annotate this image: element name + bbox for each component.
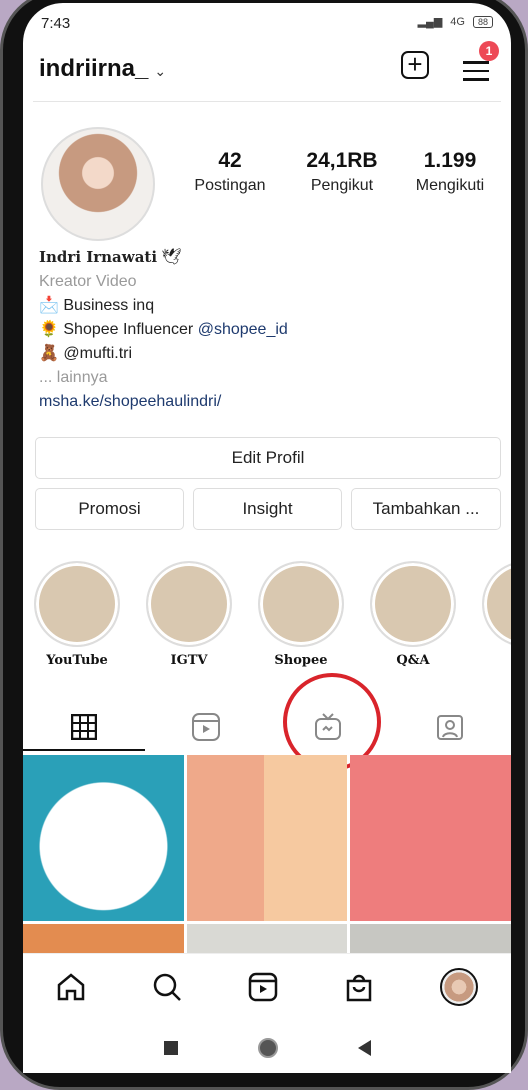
create-post-icon[interactable]: + xyxy=(401,51,429,79)
highlight-label: Q&A xyxy=(396,653,430,668)
home-button[interactable] xyxy=(257,1038,278,1058)
mention-shopee[interactable]: @shopee_id xyxy=(198,321,288,338)
phone-frame: 7:43 ▂▄▆ 4G 88 indriirna_ ⌄ + 1 42 Posting… xyxy=(0,0,528,1090)
bio: Indri Irnawati 🕊 Kreator Video 📩 Busines… xyxy=(39,245,288,414)
insight-button[interactable]: Insight xyxy=(193,488,342,530)
post-thumbnail[interactable] xyxy=(350,924,511,954)
highlight-shopee[interactable] xyxy=(258,561,344,647)
post-thumbnail[interactable] xyxy=(186,755,348,921)
display-name: Indri Irnawati xyxy=(39,248,158,266)
active-tab-indicator xyxy=(23,749,145,751)
shop-icon[interactable] xyxy=(344,972,374,1002)
post-thumbnail[interactable] xyxy=(23,924,184,954)
screen: 7:43 ▂▄▆ 4G 88 indriirna_ ⌄ + 1 42 Posting… xyxy=(23,3,511,1073)
post-thumbnail[interactable] xyxy=(350,755,511,921)
highlight-label: YouTube xyxy=(46,653,108,668)
highlight-qa[interactable] xyxy=(370,561,456,647)
highlight-igtv[interactable] xyxy=(146,561,232,647)
more-link[interactable]: ... lainnya xyxy=(39,366,288,390)
bio-link[interactable]: msha.ke/shopeehaulindri/ xyxy=(39,390,288,414)
profile-avatar[interactable] xyxy=(41,127,155,241)
bottom-nav xyxy=(23,953,511,1019)
edit-profile-button[interactable]: Edit Profil xyxy=(35,437,501,479)
reels-icon xyxy=(192,713,220,741)
header-divider xyxy=(33,101,501,102)
add-button[interactable]: Tambahkan ... xyxy=(351,488,501,530)
tagged-icon xyxy=(437,715,463,740)
highlight-youtube[interactable] xyxy=(34,561,120,647)
post-grid xyxy=(23,755,511,954)
battery-icon: 88 xyxy=(472,15,493,28)
stat-posts[interactable]: 42 Postingan xyxy=(175,149,285,195)
chevron-down-icon: ⌄ xyxy=(154,63,167,79)
category: Kreator Video xyxy=(39,273,137,290)
username: indriirna_ xyxy=(39,55,149,82)
status-icons: ▂▄▆ 4G 88 xyxy=(418,15,493,28)
username-switcher[interactable]: indriirna_ ⌄ xyxy=(39,55,166,83)
grid-icon xyxy=(71,714,97,740)
search-icon[interactable] xyxy=(152,972,182,1002)
promote-button[interactable]: Promosi xyxy=(35,488,184,530)
tab-tagged[interactable] xyxy=(389,703,511,751)
highlight-label: Shopee xyxy=(274,653,328,668)
tab-reels[interactable] xyxy=(145,703,267,751)
recents-button[interactable] xyxy=(163,1041,178,1055)
home-icon[interactable] xyxy=(56,972,86,1002)
status-time: 7:43 xyxy=(41,15,71,32)
notification-badge: 1 xyxy=(479,41,499,61)
mention-mufti[interactable]: @mufti.tri xyxy=(63,345,132,362)
highlight-label: IGTV xyxy=(170,653,208,668)
profile-avatar-nav[interactable] xyxy=(440,967,478,1006)
post-thumbnail[interactable] xyxy=(23,755,184,921)
stat-following[interactable]: 1.199 Mengikuti xyxy=(395,149,505,195)
post-thumbnail[interactable] xyxy=(186,924,348,954)
stat-followers[interactable]: 24,1RB Pengikut xyxy=(287,149,397,195)
reels-icon[interactable] xyxy=(248,972,278,1002)
tab-grid[interactable] xyxy=(23,703,145,751)
highlight-partial[interactable] xyxy=(482,561,511,647)
network-label: 4G xyxy=(450,15,465,28)
signal-icon: ▂▄▆ xyxy=(417,16,443,28)
android-nav xyxy=(23,1023,511,1073)
back-button[interactable] xyxy=(357,1040,371,1056)
